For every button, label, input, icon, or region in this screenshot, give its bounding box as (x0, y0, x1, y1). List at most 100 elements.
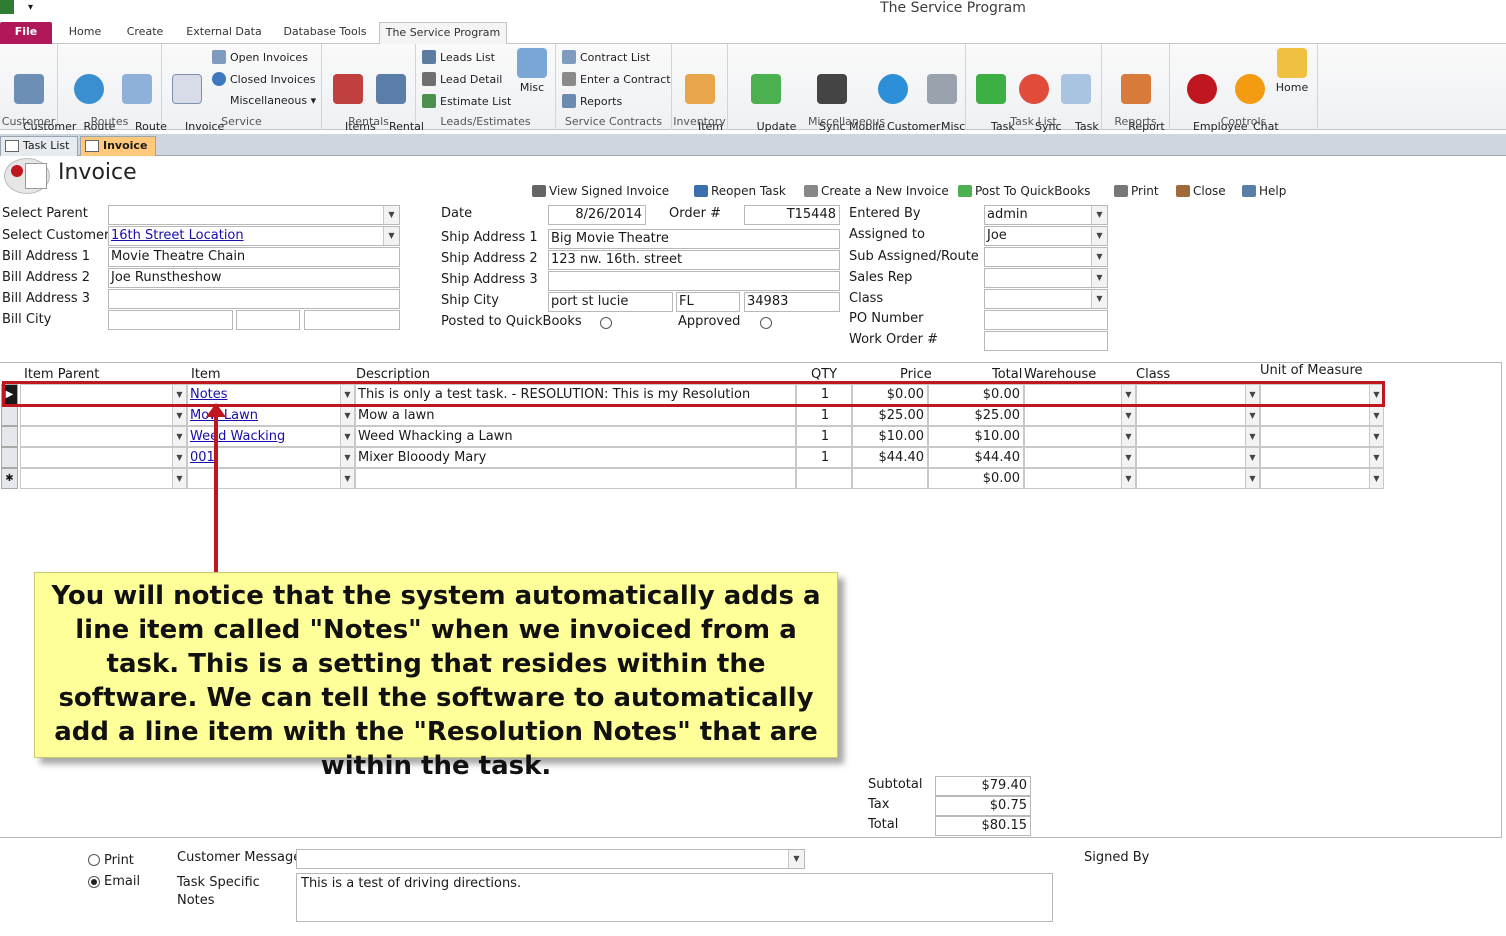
cell-parent[interactable]: ▼ (20, 426, 187, 447)
tab-the-service-program[interactable]: The Service Program (379, 22, 507, 44)
tab-home[interactable]: Home (62, 22, 108, 44)
leads-list-button[interactable]: Leads List (422, 50, 495, 64)
col-header-item-parent[interactable]: Item Parent (24, 367, 99, 382)
bill-address-3-field[interactable] (108, 289, 400, 309)
chevron-down-icon[interactable]: ▼ (1245, 427, 1259, 446)
chevron-down-icon[interactable]: ▼ (1245, 469, 1259, 488)
home-button[interactable]: Home (1270, 48, 1314, 94)
select-customer-combo[interactable]: 16th Street Location ▼ (108, 226, 400, 246)
cell-uom[interactable]: ▼ (1260, 468, 1384, 489)
col-header-qty[interactable]: QTY (811, 367, 837, 382)
chevron-down-icon[interactable]: ▼ (172, 448, 186, 467)
chevron-down-icon[interactable]: ▼ (1369, 469, 1383, 488)
cell-description[interactable]: Mow a lawn (355, 405, 796, 426)
chevron-down-icon[interactable]: ▼ (1091, 290, 1107, 308)
cell-parent[interactable]: ▼ (20, 405, 187, 426)
sub-assigned-combo[interactable]: ▼ (984, 247, 1108, 267)
col-header-class[interactable]: Class (1136, 367, 1170, 382)
ship-zip-field[interactable]: 34983 (744, 292, 840, 312)
row-selector[interactable] (1, 426, 18, 447)
cell-description[interactable]: Weed Whacking a Lawn (355, 426, 796, 447)
col-header-warehouse[interactable]: Warehouse (1024, 367, 1096, 382)
help-button[interactable]: Help (1242, 184, 1286, 198)
row-selector[interactable] (1, 447, 18, 468)
date-field[interactable]: 8/26/2014 (548, 205, 646, 225)
cell-item[interactable]: ▼ (187, 468, 355, 489)
entered-by-combo[interactable]: admin ▼ (984, 205, 1108, 225)
cell-parent[interactable]: ▼ (20, 468, 187, 489)
chevron-down-icon[interactable]: ▼ (383, 206, 399, 224)
chevron-down-icon[interactable]: ▼ (1121, 406, 1135, 425)
cell-class[interactable]: ▼ (1136, 405, 1260, 426)
cell-price[interactable]: $25.00 (852, 405, 928, 426)
view-signed-invoice-button[interactable]: View Signed Invoice (532, 184, 669, 198)
tab-file[interactable]: File (0, 22, 52, 44)
cell-qty[interactable]: 1 (796, 447, 852, 468)
cell-description[interactable]: Mixer Blooody Mary (355, 447, 796, 468)
chevron-down-icon[interactable]: ▼ (340, 448, 354, 467)
chevron-down-icon[interactable]: ▼ (1121, 448, 1135, 467)
new-record-selector[interactable]: ✱ (1, 468, 18, 489)
estimate-list-button[interactable]: Estimate List (422, 94, 511, 108)
lead-detail-button[interactable]: Lead Detail (422, 72, 502, 86)
chevron-down-icon[interactable]: ▼ (788, 850, 804, 868)
cell-warehouse[interactable]: ▼ (1024, 426, 1136, 447)
contract-list-button[interactable]: Contract List (562, 50, 650, 64)
bill-city-field[interactable] (108, 310, 233, 330)
chevron-down-icon[interactable]: ▼ (1121, 469, 1135, 488)
reopen-task-button[interactable]: Reopen Task (694, 184, 786, 198)
open-invoices-button[interactable]: Open Invoices (212, 50, 308, 64)
cell-uom[interactable]: ▼ (1260, 426, 1384, 447)
cell-uom[interactable]: ▼ (1260, 405, 1384, 426)
bill-state-field[interactable] (236, 310, 300, 330)
miscellaneous-dropdown[interactable]: Miscellaneous ▾ (230, 94, 316, 107)
enter-contract-button[interactable]: Enter a Contract (562, 72, 671, 86)
cell-warehouse[interactable]: ▼ (1024, 468, 1136, 489)
select-parent-combo[interactable]: ▼ (108, 205, 400, 225)
col-header-total[interactable]: Total (992, 367, 1022, 382)
cell-price[interactable]: $10.00 (852, 426, 928, 447)
chevron-down-icon[interactable]: ▼ (383, 227, 399, 245)
create-new-invoice-button[interactable]: Create a New Invoice (804, 184, 949, 198)
chevron-down-icon[interactable]: ▼ (172, 469, 186, 488)
closed-invoices-button[interactable]: Closed Invoices (212, 72, 316, 86)
class-combo[interactable]: ▼ (984, 289, 1108, 309)
cell-price[interactable]: $44.40 (852, 447, 928, 468)
cell-uom[interactable]: ▼ (1260, 447, 1384, 468)
chevron-down-icon[interactable]: ▼ (1369, 406, 1383, 425)
chevron-down-icon[interactable]: ▼ (1091, 206, 1107, 224)
cell-qty[interactable]: 1 (796, 405, 852, 426)
chevron-down-icon[interactable]: ▼ (1369, 427, 1383, 446)
bill-address-2-field[interactable]: Joe Runstheshow (108, 268, 400, 288)
ship-city-field[interactable]: port st lucie (548, 292, 673, 312)
cell-qty[interactable]: 1 (796, 426, 852, 447)
cell-qty[interactable] (796, 468, 852, 489)
approved-radio[interactable] (760, 317, 772, 329)
bill-zip-field[interactable] (304, 310, 400, 330)
row-selector[interactable] (1, 405, 18, 426)
chevron-down-icon[interactable]: ▼ (1091, 269, 1107, 287)
order-number-field[interactable]: T15448 (744, 205, 840, 225)
chevron-down-icon[interactable]: ▼ (1369, 448, 1383, 467)
chevron-down-icon[interactable]: ▼ (340, 406, 354, 425)
doc-tab-invoice[interactable]: Invoice (80, 136, 157, 156)
chevron-down-icon[interactable]: ▼ (1245, 448, 1259, 467)
tab-external-data[interactable]: External Data (182, 22, 266, 44)
tab-create[interactable]: Create (120, 22, 170, 44)
chevron-down-icon[interactable]: ▼ (1245, 406, 1259, 425)
bill-address-1-field[interactable]: Movie Theatre Chain (108, 247, 400, 267)
chevron-down-icon[interactable]: ▼ (340, 469, 354, 488)
chevron-down-icon[interactable]: ▼ (172, 406, 186, 425)
cell-description[interactable] (355, 468, 796, 489)
cell-total[interactable]: $10.00 (928, 426, 1024, 447)
ship-state-field[interactable]: FL (676, 292, 740, 312)
doc-tab-task-list[interactable]: Task List (0, 136, 79, 156)
contract-reports-button[interactable]: Reports (562, 94, 622, 108)
work-order-field[interactable] (984, 331, 1108, 351)
assigned-to-combo[interactable]: Joe ▼ (984, 226, 1108, 246)
cell-total[interactable]: $44.40 (928, 447, 1024, 468)
chevron-down-icon[interactable]: ▼ (1121, 427, 1135, 446)
cell-item[interactable]: 001 ▼ (187, 447, 355, 468)
chevron-down-icon[interactable]: ▼ (340, 427, 354, 446)
leads-misc-button[interactable]: Misc (512, 48, 552, 94)
